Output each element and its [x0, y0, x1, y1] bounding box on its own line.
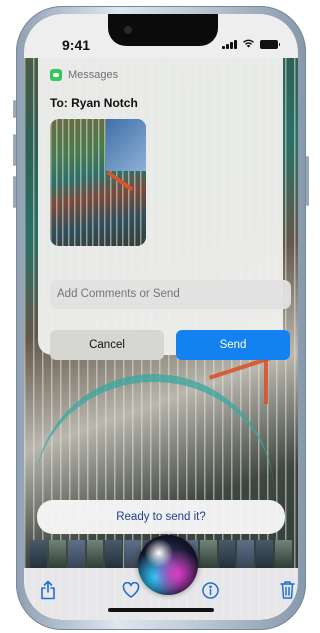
wifi-icon: [242, 38, 255, 49]
recipient-line: To: Ryan Notch: [50, 96, 138, 110]
filmstrip-thumbnail[interactable]: [275, 540, 293, 568]
volume-down-button: [13, 176, 16, 208]
home-indicator[interactable]: [108, 608, 214, 612]
power-button: [306, 156, 309, 206]
filmstrip-thumbnail[interactable]: [256, 540, 274, 568]
info-icon[interactable]: [202, 582, 219, 604]
cancel-button[interactable]: Cancel: [50, 330, 164, 360]
filmstrip-thumbnail[interactable]: [30, 540, 47, 568]
heart-icon[interactable]: [122, 581, 140, 603]
siri-message-card: Messages To: Ryan Notch Cancel Send: [38, 58, 291, 360]
filmstrip-thumbnail[interactable]: [199, 540, 217, 568]
trash-icon[interactable]: [280, 580, 295, 604]
mute-switch: [13, 100, 16, 118]
card-header: Messages: [50, 69, 118, 81]
filmstrip-thumbnail[interactable]: [86, 540, 104, 568]
filmstrip-thumbnail[interactable]: [48, 540, 66, 568]
siri-response-bubble: Ready to send it?: [37, 500, 285, 534]
comment-input[interactable]: [50, 280, 291, 309]
siri-orb-icon[interactable]: [138, 535, 198, 595]
filmstrip-thumbnail[interactable]: [237, 540, 255, 568]
app-name: Messages: [68, 69, 119, 81]
send-button[interactable]: Send: [176, 330, 290, 360]
battery-icon: [260, 40, 280, 49]
cellular-signal-icon: [222, 40, 237, 49]
messages-app-icon: [50, 69, 62, 81]
filmstrip-thumbnail[interactable]: [218, 540, 236, 568]
phone-screen: 9:41 Messages To: Ryan Notch Cancel Send…: [24, 14, 298, 620]
status-icons: [222, 38, 280, 49]
status-time: 9:41: [62, 37, 91, 53]
filmstrip-thumbnail[interactable]: [67, 540, 85, 568]
filmstrip-thumbnail[interactable]: [105, 540, 123, 568]
photo-attachment-thumbnail[interactable]: [50, 119, 146, 246]
volume-up-button: [13, 134, 16, 166]
notch: [108, 14, 218, 46]
share-icon[interactable]: [40, 580, 56, 605]
